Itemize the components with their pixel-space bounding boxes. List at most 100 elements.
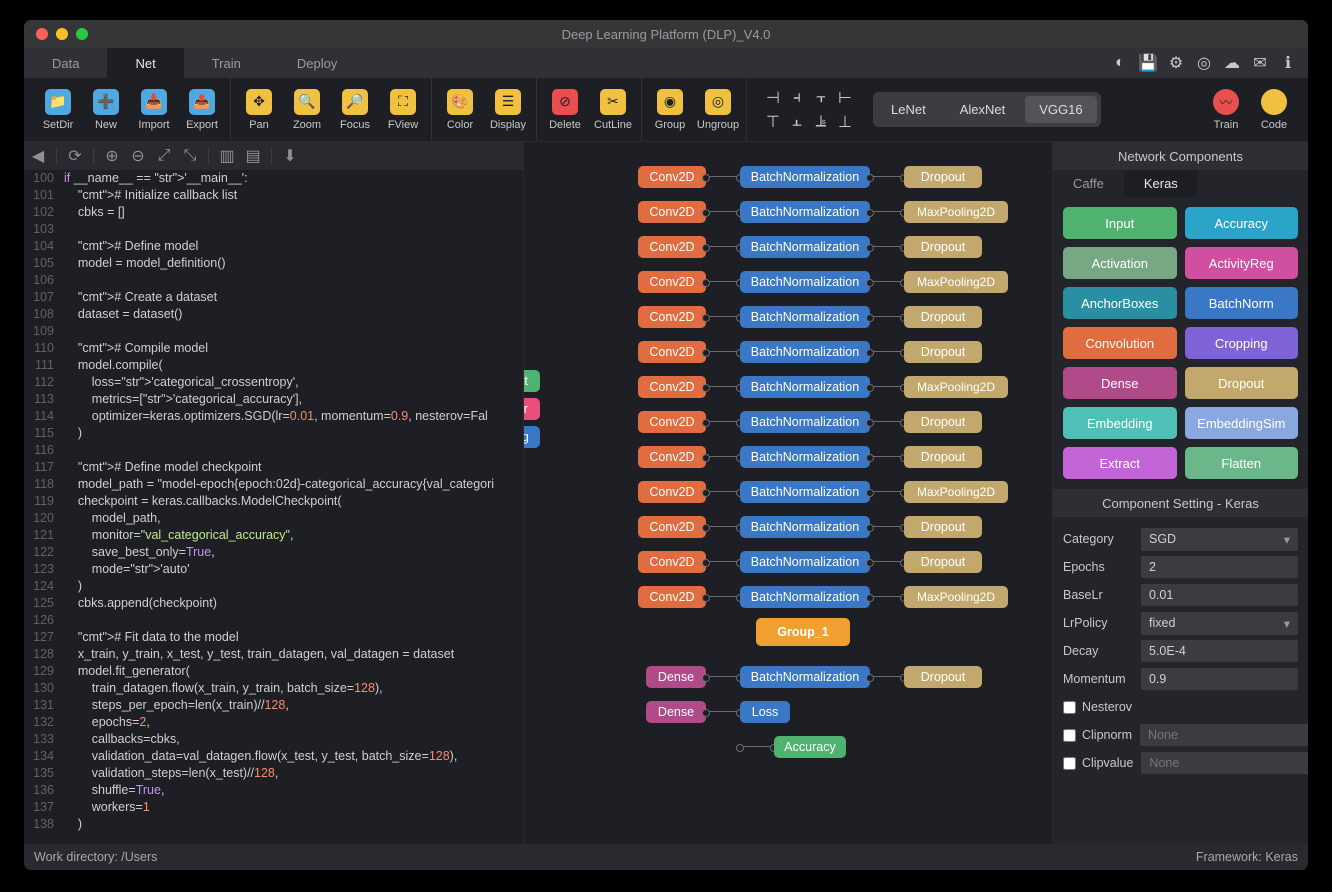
info-icon[interactable]: ℹ bbox=[1278, 53, 1298, 73]
zoom-in-icon[interactable]: ⊕ bbox=[104, 148, 120, 164]
setting-lrpolicy[interactable]: fixed bbox=[1141, 612, 1298, 635]
toolbar-focus-button[interactable]: 🔎Focus bbox=[333, 89, 377, 131]
menu-tab-deploy[interactable]: Deploy bbox=[269, 48, 365, 78]
setting-clipvalue[interactable] bbox=[1063, 757, 1076, 770]
node-maxpooling2d[interactable]: MaxPooling2D bbox=[904, 481, 1008, 503]
node-batchnormalization[interactable]: BatchNormalization bbox=[740, 236, 870, 258]
chat-icon[interactable]: ☁ bbox=[1222, 53, 1242, 73]
toolbar-fview-button[interactable]: ⛶FView bbox=[381, 89, 425, 131]
preset-vgg16[interactable]: VGG16 bbox=[1025, 96, 1096, 123]
component-convolution[interactable]: Convolution bbox=[1063, 327, 1177, 359]
node-batchnormalization[interactable]: BatchNormalization bbox=[740, 411, 870, 433]
menu-tab-train[interactable]: Train bbox=[184, 48, 269, 78]
code-body[interactable]: if __name__ == "str">'__main__': "cmt">#… bbox=[64, 170, 523, 844]
toolbar-pan-button[interactable]: ✥Pan bbox=[237, 89, 281, 131]
node-conv2d[interactable]: Conv2D bbox=[638, 236, 706, 258]
toolbar-group-button[interactable]: ◉Group bbox=[648, 89, 692, 131]
node-conv2d[interactable]: Conv2D bbox=[638, 201, 706, 223]
download-icon[interactable]: ⬇ bbox=[282, 148, 298, 164]
setting-decay[interactable]: 5.0E-4 bbox=[1141, 640, 1298, 662]
toolbar-new-button[interactable]: ➕New bbox=[84, 89, 128, 131]
toolbar-ungroup-button[interactable]: ◎Ungroup bbox=[696, 89, 740, 131]
component-cropping[interactable]: Cropping bbox=[1185, 327, 1299, 359]
component-extract[interactable]: Extract bbox=[1063, 447, 1177, 479]
node-maxpooling2d[interactable]: MaxPooling2D bbox=[904, 201, 1008, 223]
node-batchnormalization[interactable]: BatchNormalization bbox=[740, 376, 870, 398]
component-anchorboxes[interactable]: AnchorBoxes bbox=[1063, 287, 1177, 319]
node-batchnormalization[interactable]: BatchNormalization bbox=[740, 586, 870, 608]
save-icon[interactable]: 💾 bbox=[1138, 53, 1158, 73]
mail-icon[interactable]: ✉ bbox=[1250, 53, 1270, 73]
setting-nesterov[interactable] bbox=[1063, 701, 1076, 714]
minimize-icon[interactable] bbox=[56, 28, 68, 40]
node-batchnormalization[interactable]: BatchNormalization bbox=[740, 166, 870, 188]
zoom-icon[interactable] bbox=[76, 28, 88, 40]
component-embeddingsim[interactable]: EmbeddingSim bbox=[1185, 407, 1299, 439]
node-loss[interactable]: Loss bbox=[740, 701, 790, 723]
node-conv2d[interactable]: Conv2D bbox=[638, 446, 706, 468]
setting-baselr[interactable]: 0.01 bbox=[1141, 584, 1298, 606]
node-conv2d[interactable]: Conv2D bbox=[638, 481, 706, 503]
menu-tab-net[interactable]: Net bbox=[107, 48, 183, 78]
compass-icon[interactable]: ◎ bbox=[1194, 53, 1214, 73]
toolbar-code-button[interactable]: Code bbox=[1252, 89, 1296, 131]
toolbar-export-button[interactable]: 📤Export bbox=[180, 89, 224, 131]
node-maxpooling2d[interactable]: MaxPooling2D bbox=[904, 376, 1008, 398]
toolbar-delete-button[interactable]: ⊘Delete bbox=[543, 89, 587, 131]
node-conv2d[interactable]: Conv2D bbox=[638, 411, 706, 433]
toolbar-import-button[interactable]: 📥Import bbox=[132, 89, 176, 131]
component-input[interactable]: Input bbox=[1063, 207, 1177, 239]
node-conv2d[interactable]: Conv2D bbox=[638, 516, 706, 538]
node-conv2d[interactable]: Conv2D bbox=[638, 306, 706, 328]
node-batchnormalization[interactable]: BatchNormalization bbox=[740, 201, 870, 223]
close-icon[interactable] bbox=[36, 28, 48, 40]
node-conv2d[interactable]: Conv2D bbox=[638, 586, 706, 608]
toolbar-color-button[interactable]: 🎨Color bbox=[438, 89, 482, 131]
node-batchnormalization[interactable]: BatchNormalization bbox=[740, 271, 870, 293]
setting-clipvalue-input[interactable] bbox=[1141, 752, 1308, 774]
expand-icon[interactable]: ⤢ bbox=[156, 148, 172, 164]
preset-lenet[interactable]: LeNet bbox=[877, 96, 940, 123]
toolbar-cutline-button[interactable]: ✂CutLine bbox=[591, 89, 635, 131]
node-dropout[interactable]: Dropout bbox=[904, 516, 982, 538]
split-v-icon[interactable]: ▥ bbox=[219, 148, 235, 164]
node-dense[interactable]: Dense bbox=[646, 701, 706, 723]
back-icon[interactable]: ◀ bbox=[30, 148, 46, 164]
node-conv2d[interactable]: Conv2D bbox=[638, 271, 706, 293]
setting-clipnorm-input[interactable] bbox=[1140, 724, 1308, 746]
node-accuracy[interactable]: Accuracy bbox=[774, 736, 846, 758]
toolbar-train-button[interactable]: 〰Train bbox=[1204, 89, 1248, 131]
toolbar-display-button[interactable]: ☰Display bbox=[486, 89, 530, 131]
node-conv2d[interactable]: Conv2D bbox=[638, 551, 706, 573]
zoom-out-icon[interactable]: ⊖ bbox=[130, 148, 146, 164]
node-conv2d[interactable]: Conv2D bbox=[638, 341, 706, 363]
node-optimizer[interactable]: Optimizer bbox=[524, 398, 540, 420]
setting-momentum[interactable]: 0.9 bbox=[1141, 668, 1298, 690]
node-maxpooling2d[interactable]: MaxPooling2D bbox=[904, 271, 1008, 293]
node-batchnormalization[interactable]: BatchNormalization bbox=[740, 666, 870, 688]
node-dropout[interactable]: Dropout bbox=[904, 551, 982, 573]
refresh-icon[interactable]: ⟳ bbox=[67, 148, 83, 164]
component-activation[interactable]: Activation bbox=[1063, 247, 1177, 279]
node-dropout[interactable]: Dropout bbox=[904, 236, 982, 258]
node-netconfig[interactable]: NetConfig bbox=[524, 426, 540, 448]
component-activityreg[interactable]: ActivityReg bbox=[1185, 247, 1299, 279]
collapse-icon[interactable]: ⤡ bbox=[182, 148, 198, 164]
node-input[interactable]: Input bbox=[524, 370, 540, 392]
menu-tab-data[interactable]: Data bbox=[24, 48, 107, 78]
toolbar-zoom-button[interactable]: 🔍Zoom bbox=[285, 89, 329, 131]
component-embedding[interactable]: Embedding bbox=[1063, 407, 1177, 439]
toolbar-setdir-button[interactable]: 📁SetDir bbox=[36, 89, 80, 131]
component-accuracy[interactable]: Accuracy bbox=[1185, 207, 1299, 239]
component-dropout[interactable]: Dropout bbox=[1185, 367, 1299, 399]
theme-icon[interactable]: ◐ bbox=[1110, 53, 1130, 73]
node-group[interactable]: Group_1 bbox=[756, 618, 850, 646]
split-h-icon[interactable]: ▤ bbox=[245, 148, 261, 164]
network-canvas[interactable]: Conv2D BatchNormalization Dropout Conv2D Bat… bbox=[524, 142, 1052, 844]
node-dropout[interactable]: Dropout bbox=[904, 341, 982, 363]
component-flatten[interactable]: Flatten bbox=[1185, 447, 1299, 479]
node-batchnormalization[interactable]: BatchNormalization bbox=[740, 516, 870, 538]
align-tools[interactable]: ⊣⫞⫟⊢ ⊤⫠⫡⊥ bbox=[763, 88, 855, 132]
node-dropout[interactable]: Dropout bbox=[904, 446, 982, 468]
component-dense[interactable]: Dense bbox=[1063, 367, 1177, 399]
